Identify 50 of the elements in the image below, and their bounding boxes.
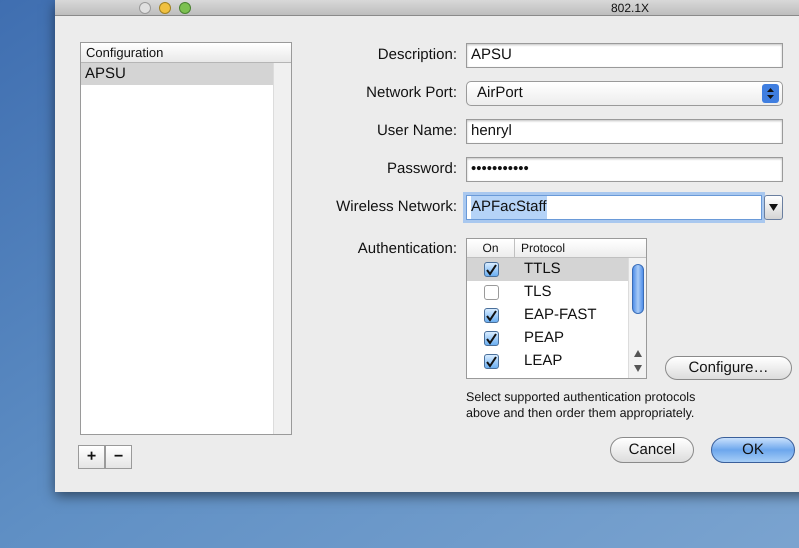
minimize-window-icon[interactable]: [159, 2, 171, 14]
checkmark-icon: [485, 332, 497, 344]
checkbox[interactable]: [484, 308, 498, 323]
zoom-window-icon[interactable]: [179, 2, 191, 14]
protocol-row[interactable]: TTLS: [467, 258, 628, 281]
add-button[interactable]: +: [78, 445, 105, 469]
field-label: Network Port:: [365, 83, 457, 104]
field-label: User Name:: [376, 121, 457, 142]
column-header: On: [467, 239, 515, 257]
field-label: Wireless Network:: [335, 197, 457, 218]
remove-button[interactable]: −: [105, 445, 132, 469]
checkmark-icon: [485, 356, 497, 368]
dropdown-button[interactable]: [764, 195, 783, 220]
field-label: Authentication:: [356, 239, 457, 259]
ok-button[interactable]: OK: [711, 437, 795, 463]
list-item[interactable]: APSU: [81, 63, 273, 85]
protocol-row[interactable]: LEAP: [467, 350, 628, 373]
scroll-thumb[interactable]: [632, 264, 644, 314]
column-header: Protocol: [520, 240, 566, 257]
checkmark-icon: [485, 310, 497, 322]
scrollbar[interactable]: [628, 258, 646, 378]
column-header: Configuration: [81, 43, 291, 63]
protocol-row[interactable]: EAP-FAST: [467, 304, 628, 327]
protocol-name: PEAP: [523, 328, 564, 348]
combo-box-field[interactable]: APFacStaff: [466, 195, 762, 220]
protocol-name: TTLS: [523, 259, 561, 280]
caret-icon: [769, 204, 778, 211]
protocol-row[interactable]: TLS: [467, 281, 628, 304]
checkmark-icon: [485, 264, 497, 276]
checkbox[interactable]: [484, 354, 498, 369]
checkbox[interactable]: [484, 331, 498, 346]
protocol-row[interactable]: PEAP: [467, 327, 628, 350]
protocol-name: EAP-FAST: [523, 305, 597, 326]
field-label: Description:: [376, 45, 457, 66]
scroll-down-arrow-icon[interactable]: [634, 365, 642, 372]
configure-button[interactable]: Configure…: [665, 356, 792, 380]
scroll-up-arrow-icon[interactable]: [634, 350, 642, 357]
cancel-button[interactable]: Cancel: [610, 437, 694, 463]
popup-menu[interactable]: AirPort: [466, 81, 783, 106]
protocol-name: LEAP: [523, 351, 562, 372]
hint-text: Select supported authentication protocols above and then order them appropriately.: [466, 389, 696, 421]
text-field[interactable]: APSU: [466, 43, 783, 68]
field-label: Password:: [386, 159, 457, 180]
password-field[interactable]: •••••••••••: [466, 157, 783, 182]
protocol-name: TLS: [523, 282, 552, 302]
up-down-arrows-icon: [762, 84, 779, 103]
text-field[interactable]: henryl: [466, 119, 783, 144]
window-title: 802.1X: [611, 0, 650, 14]
checkbox[interactable]: [484, 262, 498, 277]
checkbox[interactable]: [484, 285, 498, 300]
